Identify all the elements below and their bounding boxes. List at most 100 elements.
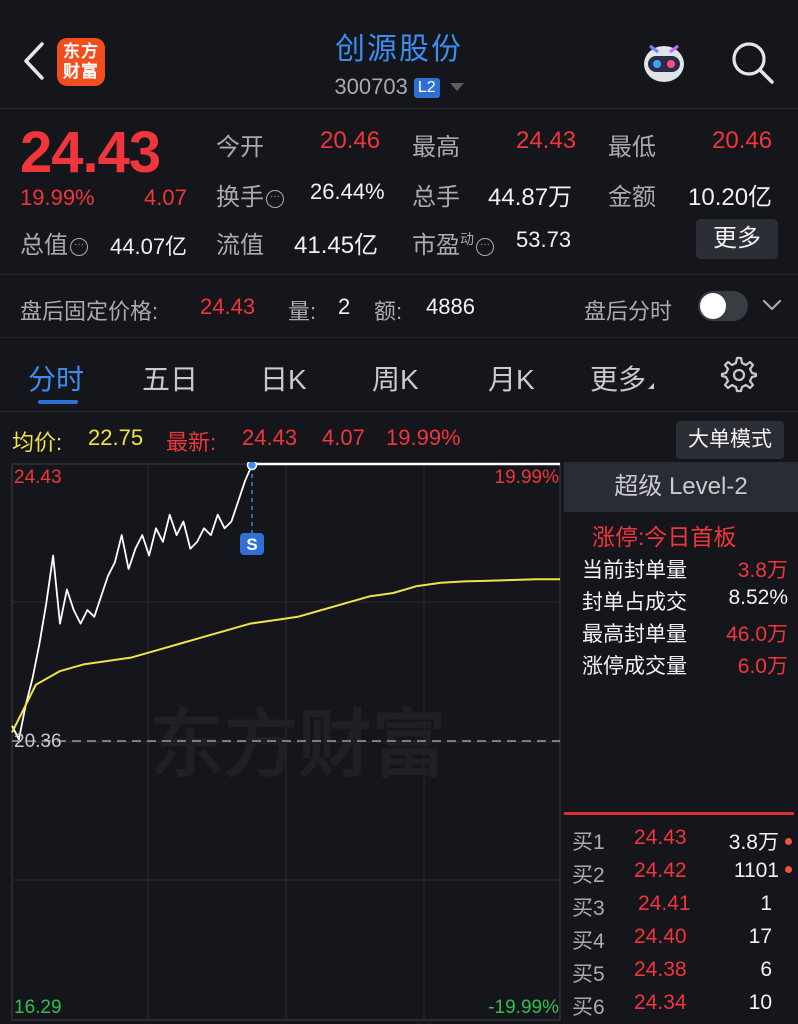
float-label: 流值 [216,232,264,259]
low-label: 最低 [608,134,656,161]
last-price: 24.43 [20,120,161,185]
level2-panel: 超级 Level-2 涨停:今日首板 当前封单量 3.8万 封单占成交 8.52… [564,462,798,1024]
tab-daily-k[interactable]: 日K [260,358,307,398]
bid-price: 24.34 [634,991,687,1014]
logo-text-bottom: 财富 [63,62,99,81]
tab-five-day[interactable]: 五日 [142,358,198,398]
stat-value: 8.52% [728,586,788,609]
tab-timeshare[interactable]: 分时 [28,358,84,398]
intraday-chart[interactable]: 东方财富 S 24.43 20.36 16.29 19.99% -19.99% [0,462,562,1024]
chart-info-bar: 均价: 22.75 最新: 24.43 4.07 19.99% 大单模式 [0,412,798,462]
top-bar: 东方 财富 创源股份 300703 L2 [0,0,798,108]
avg-price-value: 22.75 [88,425,144,450]
period-tabs: 分时 五日 日K 周K 月K 更多 [0,338,798,412]
stat-label: 涨停成交量 [582,655,687,678]
search-icon[interactable] [728,38,776,86]
volume-value: 44.87万 [488,184,573,211]
mktcap-value: 44.07亿 [110,234,188,259]
stat-value: 6.0万 [737,655,788,678]
bid-qty: 6 [760,958,772,981]
stock-name[interactable]: 创源股份 [250,24,548,68]
turnover-label-group[interactable]: 换手 ··· [216,177,284,212]
info-dots-icon: ··· [70,238,88,256]
bid-label: 买1 [572,831,605,854]
tab-more[interactable]: 更多 [590,358,655,398]
mktcap-label-group[interactable]: 总值 ··· [20,225,88,260]
pe-label-group[interactable]: 市盈动 ··· [412,225,494,260]
after-qty-value: 2 [338,294,351,319]
chevron-down-icon[interactable] [760,293,784,317]
open-value: 20.46 [320,127,381,154]
bid-label: 买2 [572,864,605,887]
pe-value: 53.73 [516,227,572,252]
order-book-divider [564,812,794,815]
low-value: 20.46 [712,127,773,154]
bid-label: 买6 [572,996,605,1019]
limit-up-point [246,462,258,471]
after-amt-value: 4886 [426,294,475,319]
after-amt-label: 额: [374,299,403,324]
watermark: 东方财富 [150,703,446,786]
back-icon[interactable] [18,38,48,84]
toggle-knob [700,293,726,319]
more-button[interactable]: 更多 [696,219,778,259]
active-tab-indicator [38,400,78,404]
bid-qty-group: 3.8万 [729,826,792,856]
bid-qty: 3.8万 [728,831,779,854]
bid-qty: 10 [748,991,772,1014]
change-value: 4.07 [144,185,187,210]
pct-bottom-label: -19.99% [488,997,559,1018]
bid-qty: 17 [748,925,772,948]
amount-label: 金额 [608,184,656,211]
quote-summary: 24.43 19.99% 4.07 今开 20.46 最高 24.43 最低 2… [0,108,798,274]
stat-label: 最高封单量 [582,623,687,646]
latest-label: 最新: [166,430,217,455]
pe-label: 市盈 [412,232,460,259]
change-percent: 19.99% [20,185,95,210]
bid-label: 买3 [572,897,605,920]
corner-triangle-icon [648,383,655,389]
y-bottom-label: 16.29 [14,997,62,1018]
after-hours-bar: 盘后固定价格: 24.43 量: 2 额: 4886 盘后分时 [0,274,798,338]
tab-monthly-k[interactable]: 月K [488,358,535,398]
bid-label: 买4 [572,930,605,953]
after-timeshare-label: 盘后分时 [584,299,673,324]
limit-status: 涨停:今日首板 [592,524,737,550]
order-dot-icon [785,838,792,845]
bid-price: 24.41 [638,892,691,915]
after-qty-label: 量: [288,299,317,324]
app-logo: 东方 财富 [57,38,105,86]
logo-text-top: 东方 [63,42,99,61]
level2-badge: L2 [413,78,440,98]
amount-value: 10.20亿 [688,184,773,211]
stock-code: 300703 [334,74,408,99]
bid-label: 买5 [572,963,605,986]
robot-assistant-icon[interactable] [640,40,688,84]
tab-weekly-k[interactable]: 周K [372,358,419,398]
bid-price: 24.42 [634,859,687,882]
stock-code-selector[interactable]: 300703 L2 [250,74,548,100]
signal-marker-label: S [246,535,257,554]
y-top-label: 24.43 [14,467,62,488]
tab-more-label: 更多 [590,364,647,395]
pe-dynamic-sup: 动 [460,231,474,247]
after-price-label: 盘后固定价格: [20,299,159,324]
bid-price: 24.40 [634,925,687,948]
avg-price-label: 均价: [12,430,63,455]
stat-label: 当前封单量 [582,559,687,582]
latest-change: 4.07 [322,425,365,450]
high-value: 24.43 [516,127,577,154]
stat-label: 封单占成交 [582,591,687,614]
turnover-label: 换手 [216,184,264,211]
info-dots-icon: ··· [266,190,284,208]
bid-qty-group: 1101 [734,859,792,883]
after-price-value: 24.43 [200,294,256,319]
y-mid-label: 20.36 [14,731,62,752]
settings-gear-icon[interactable] [720,356,758,394]
level2-title[interactable]: 超级 Level-2 [564,462,798,512]
pct-top-label: 19.99% [495,467,560,488]
big-order-mode-button[interactable]: 大单模式 [676,421,784,459]
after-hours-toggle[interactable] [698,291,748,321]
order-dot-icon [785,866,792,873]
caret-down-icon [449,83,464,91]
